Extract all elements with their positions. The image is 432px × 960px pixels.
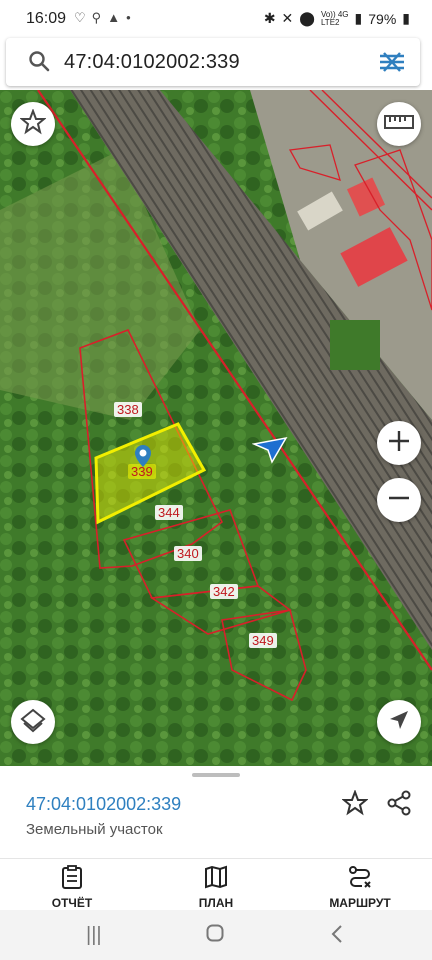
- zoom-in-button[interactable]: [377, 421, 421, 465]
- parcel-label-349: 349: [249, 633, 277, 648]
- report-clipboard-icon: [61, 865, 83, 893]
- user-location-arrow-icon: [251, 436, 288, 469]
- bottom-navigation: ОТЧЁТ ПЛАН МАРШРУТ: [0, 858, 432, 911]
- share-icon[interactable]: [386, 790, 412, 821]
- parcel-cadastral-number: 47:04:0102002:339: [26, 794, 182, 814]
- battery-icon: ▮: [402, 10, 410, 26]
- signal-icon: ▮: [354, 10, 363, 26]
- nav-plan[interactable]: ПЛАН: [161, 865, 271, 910]
- location-pin-icon[interactable]: [134, 444, 152, 473]
- bluetooth-icon: ✱: [263, 10, 276, 26]
- zoom-out-button[interactable]: [377, 478, 421, 522]
- parcel-label-342: 342: [210, 584, 238, 599]
- parcel-label-338: 338: [114, 402, 142, 417]
- filter-icon[interactable]: [378, 50, 406, 79]
- search-notification-icon: ⚲: [91, 10, 102, 25]
- my-location-button[interactable]: [377, 700, 421, 744]
- nav-report[interactable]: ОТЧЁТ: [17, 865, 127, 910]
- ruler-button[interactable]: [377, 102, 421, 146]
- notification-icons: ♡ ⚲ ▲ •: [74, 10, 131, 26]
- search-input[interactable]: 47:04:0102002:339: [64, 51, 240, 74]
- plus-icon: [387, 429, 411, 458]
- layers-icon: [20, 707, 46, 738]
- warning-icon: ▲: [107, 10, 121, 25]
- location-icon: ⬤: [299, 10, 315, 26]
- trees-near-station: [330, 320, 380, 370]
- battery-level: 79%: [368, 10, 397, 27]
- star-outline-icon: [19, 107, 47, 140]
- status-bar: 16:09 ♡ ⚲ ▲ • ✱ ✕ ⬤ Vo)) 4G LTE2 ▮ 79% ▮: [0, 0, 432, 36]
- nav-report-label: ОТЧЁТ: [51, 896, 93, 910]
- ruler-icon: [384, 113, 414, 136]
- parcel-type: Земельный участок: [26, 821, 163, 838]
- sheet-drag-handle[interactable]: [192, 773, 240, 777]
- navigation-arrow-icon: [388, 709, 410, 736]
- mute-icon: ✕: [281, 10, 294, 26]
- favorite-button[interactable]: [11, 102, 55, 146]
- home-icon[interactable]: [206, 924, 224, 948]
- nav-route[interactable]: МАРШРУТ: [305, 865, 415, 910]
- minus-icon: [387, 486, 411, 515]
- map-plan-icon: [204, 865, 228, 893]
- recent-apps-icon[interactable]: |||: [86, 924, 102, 947]
- status-time: 16:09: [26, 10, 67, 27]
- map-canvas: [0, 90, 432, 766]
- nav-plan-label: ПЛАН: [198, 896, 234, 910]
- search-icon[interactable]: [28, 50, 50, 77]
- parcel-info-sheet[interactable]: 47:04:0102002:339 Земельный участок: [0, 766, 432, 858]
- dot-icon: •: [126, 10, 131, 25]
- network-label-bottom: LTE2: [320, 17, 340, 27]
- system-navigation-bar: |||: [0, 910, 432, 960]
- layers-button[interactable]: [11, 700, 55, 744]
- status-right: ✱ ✕ ⬤ Vo)) 4G LTE2 ▮ 79% ▮: [264, 10, 410, 27]
- network-label: Vo)) 4G LTE2: [320, 10, 349, 27]
- satellite-map[interactable]: 338 339 344 340 342 349: [0, 90, 432, 766]
- parcel-label-340: 340: [174, 546, 202, 561]
- nav-route-label: МАРШРУТ: [329, 896, 391, 910]
- route-icon: [348, 866, 372, 893]
- parcel-label-344: 344: [155, 505, 183, 520]
- mail-icon: ♡: [74, 10, 86, 25]
- favorite-star-icon[interactable]: [341, 789, 369, 821]
- back-icon[interactable]: [330, 924, 344, 950]
- search-bar[interactable]: 47:04:0102002:339: [6, 38, 420, 86]
